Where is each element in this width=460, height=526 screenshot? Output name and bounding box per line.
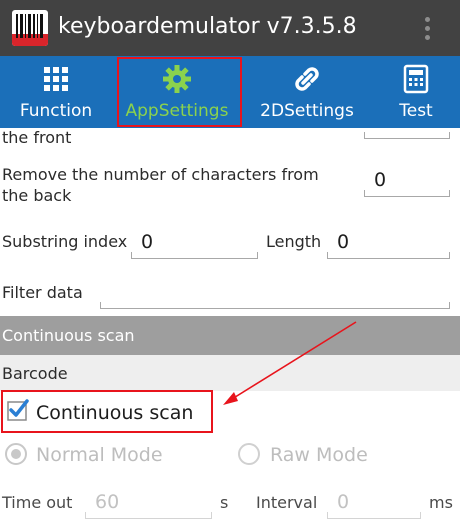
section-continuous-scan: Continuous scan bbox=[0, 316, 460, 355]
filter-data-field[interactable] bbox=[100, 276, 450, 309]
section-continuous-scan-title: Continuous scan bbox=[2, 326, 135, 345]
length-field[interactable]: 0 bbox=[327, 224, 450, 259]
length-label: Length bbox=[266, 232, 322, 251]
remove-back-field[interactable]: 0 bbox=[364, 162, 450, 197]
radio-dot bbox=[11, 449, 21, 459]
interval-label: Interval bbox=[256, 493, 318, 512]
interval-value: 0 bbox=[337, 491, 350, 513]
barcode-app-icon bbox=[12, 10, 48, 46]
tab-function-label: Function bbox=[19, 101, 93, 121]
subsection-barcode: Barcode bbox=[0, 355, 460, 391]
length-value: 0 bbox=[337, 231, 350, 253]
title-bar: keyboardemulator v7.3.5.8 bbox=[0, 0, 460, 56]
raw-mode-radio[interactable] bbox=[238, 443, 260, 465]
normal-mode-radio[interactable] bbox=[5, 443, 27, 465]
interval-unit: ms bbox=[429, 493, 453, 512]
timeout-label: Time out bbox=[2, 493, 73, 512]
tab-test[interactable]: Test bbox=[372, 56, 460, 128]
link-icon bbox=[295, 67, 319, 91]
tab-2dsettings-label: 2DSettings bbox=[260, 101, 354, 121]
more-vertical-icon[interactable] bbox=[419, 14, 435, 42]
app-title: keyboardemulator v7.3.5.8 bbox=[58, 14, 357, 39]
filter-data-label: Filter data bbox=[2, 283, 83, 302]
remove-back-value: 0 bbox=[374, 169, 387, 191]
interval-field[interactable]: 0 bbox=[327, 484, 421, 519]
timeout-value: 60 bbox=[95, 491, 120, 513]
remove-back-label-line1: Remove the number of characters from bbox=[2, 165, 319, 184]
remove-back-label-line2: the back bbox=[2, 186, 72, 205]
calculator-icon bbox=[403, 64, 429, 94]
normal-mode-label: Normal Mode bbox=[36, 444, 163, 466]
tab-2dsettings[interactable]: 2DSettings bbox=[242, 56, 372, 128]
substring-index-value: 0 bbox=[141, 231, 154, 253]
remove-front-label: the front bbox=[2, 128, 72, 147]
annotation-highlight-checkbox bbox=[1, 390, 213, 433]
tab-function[interactable]: Function bbox=[0, 56, 112, 128]
substring-index-field[interactable]: 0 bbox=[131, 224, 258, 259]
timeout-unit: s bbox=[220, 493, 229, 512]
tab-test-label: Test bbox=[399, 101, 433, 121]
subsection-barcode-title: Barcode bbox=[2, 364, 68, 383]
annotation-highlight-appsettings bbox=[117, 57, 242, 127]
grid-icon bbox=[44, 67, 68, 91]
substring-index-label: Substring index bbox=[2, 232, 128, 251]
raw-mode-label: Raw Mode bbox=[270, 444, 368, 466]
remove-front-field[interactable] bbox=[364, 126, 450, 139]
timeout-field[interactable]: 60 bbox=[85, 484, 212, 519]
